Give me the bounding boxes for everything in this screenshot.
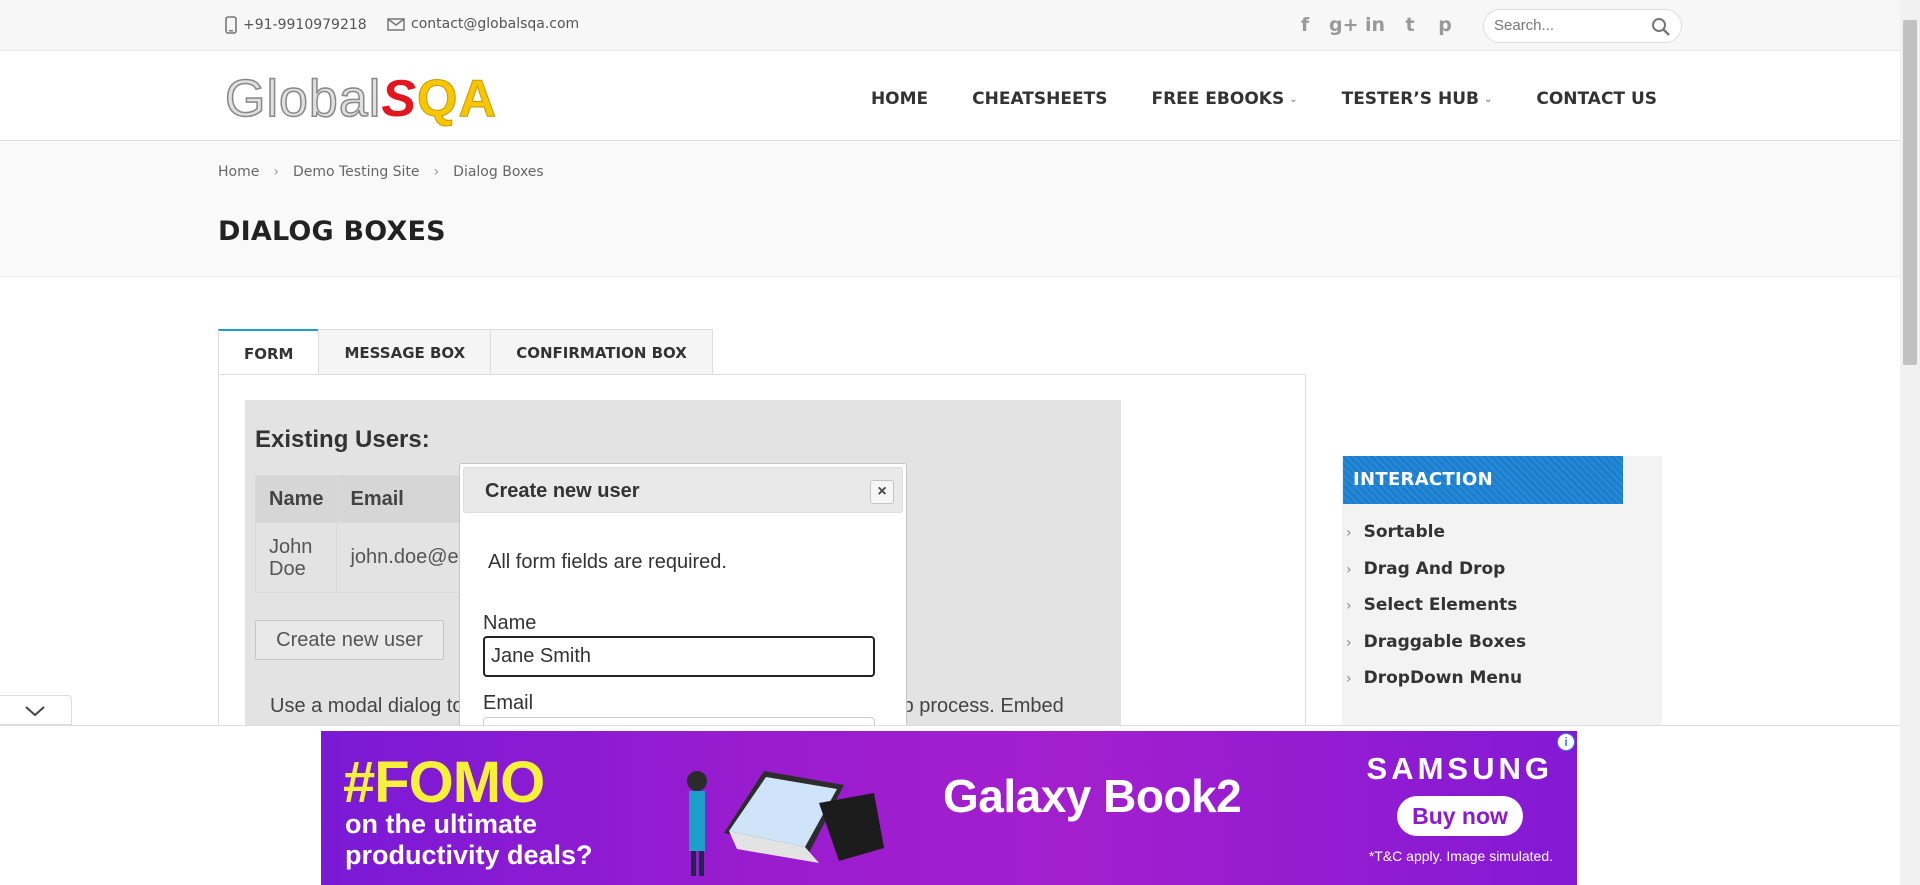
nav-cheatsheets[interactable]: CHEATSHEETS <box>972 89 1107 109</box>
linkedin-icon[interactable]: in <box>1364 14 1386 36</box>
ad-collapse-button[interactable] <box>0 695 72 725</box>
ad-buy-now-button[interactable]: Buy now <box>1397 796 1523 836</box>
chevron-right-icon: › <box>1346 598 1352 614</box>
laptop-image <box>687 771 884 876</box>
page-header: Home › Demo Testing Site › Dialog Boxes DIAL… <box>0 142 1900 277</box>
phone-number: +91-9910979218 <box>243 17 367 33</box>
nav-testers-hub[interactable]: TESTER’S HUB ⌄ <box>1342 89 1493 109</box>
tab-confirmation-box[interactable]: CONFIRMATION BOX <box>490 329 713 375</box>
user-name-cell: John Doe <box>254 522 338 593</box>
sidebar-item-select-elements[interactable]: › Select Elements <box>1346 593 1526 630</box>
ad-subtext: on the ultimate productivity deals? <box>345 809 593 870</box>
sidebar-list: › Sortable › Drag And Drop › Select Element… <box>1346 520 1526 703</box>
samsung-ad-banner[interactable]: #FOMO on the ultimate productivity deals?… <box>321 731 1577 885</box>
chevron-right-icon: › <box>433 164 440 180</box>
name-label: Name <box>483 612 537 634</box>
top-bar: +91-9910979218 contact@globalsqa.com f g… <box>0 0 1900 51</box>
ad-brand: SAMSUNG <box>1366 751 1553 786</box>
ad-product: Galaxy Book2 <box>943 770 1242 822</box>
chevron-right-icon: › <box>1346 525 1352 541</box>
chevron-down-icon: ⌄ <box>1289 93 1298 105</box>
pinterest-icon[interactable]: p <box>1434 14 1456 36</box>
search-box <box>1483 9 1682 43</box>
sidebar-item-drag-and-drop[interactable]: › Drag And Drop <box>1346 557 1526 594</box>
nav-home[interactable]: HOME <box>871 89 928 109</box>
page-title: DIALOG BOXES <box>218 216 446 247</box>
nav-contact-us[interactable]: CONTACT US <box>1536 89 1657 109</box>
chevron-right-icon: › <box>1346 561 1352 578</box>
create-user-button[interactable]: Create new user <box>255 620 444 660</box>
breadcrumb-current: Dialog Boxes <box>453 164 544 180</box>
chevron-right-icon: › <box>273 164 279 180</box>
breadcrumb: Home › Demo Testing Site › Dialog Boxes <box>218 164 544 180</box>
site-logo[interactable]: GlobalSQA <box>224 69 497 129</box>
sidebar-item-dropdown-menu[interactable]: › DropDown Menu <box>1346 666 1526 703</box>
ad-info-icon[interactable]: i <box>1557 733 1575 751</box>
dialog-title: Create new user <box>485 480 640 502</box>
tab-form[interactable]: FORM <box>218 329 320 376</box>
mail-icon <box>387 17 405 31</box>
tab-bar: FORM MESSAGE BOX CONFIRMATION BOX <box>218 329 713 376</box>
column-header-name: Name <box>254 475 338 523</box>
existing-users-heading: Existing Users: <box>255 426 430 453</box>
facebook-icon[interactable]: f <box>1294 14 1316 36</box>
ad-disclaimer: *T&C apply. Image simulated. <box>1368 848 1553 864</box>
email-contact[interactable]: contact@globalsqa.com <box>387 16 579 32</box>
sidebar-heading: INTERACTION <box>1343 456 1623 504</box>
tab-message-box[interactable]: MESSAGE BOX <box>318 329 492 375</box>
nav-free-ebooks[interactable]: FREE EBOOKS ⌄ <box>1151 89 1297 109</box>
dialog-note: All form fields are required. <box>488 551 727 573</box>
site-header: GlobalSQA HOME CHEATSHEETS FREE EBOOKS ⌄ … <box>0 51 1900 141</box>
sidebar-item-sortable[interactable]: › Sortable <box>1346 520 1526 557</box>
name-field[interactable] <box>483 636 875 677</box>
main-nav: HOME CHEATSHEETS FREE EBOOKS ⌄ TESTER’S H… <box>827 89 1657 109</box>
create-user-dialog: Create new user × All form fields are re… <box>459 463 907 735</box>
email-label: Email <box>483 692 534 714</box>
chevron-down-icon <box>25 706 45 717</box>
search-input[interactable] <box>1494 17 1644 34</box>
phone-contact: +91-9910979218 <box>225 16 367 34</box>
dialog-titlebar[interactable]: Create new user × <box>463 467 903 513</box>
sidebar-item-draggable-boxes[interactable]: › Draggable Boxes <box>1346 630 1526 667</box>
breadcrumb-home[interactable]: Home <box>218 164 259 180</box>
twitter-icon[interactable]: t <box>1399 14 1421 36</box>
search-icon[interactable] <box>1651 17 1671 37</box>
email-address[interactable]: contact@globalsqa.com <box>411 16 579 32</box>
ad-headline: #FOMO <box>343 750 545 815</box>
chevron-right-icon: › <box>1346 671 1352 687</box>
chevron-right-icon: › <box>1346 634 1352 651</box>
scrollbar-thumb[interactable] <box>1903 20 1917 365</box>
breadcrumb-demo-testing-site[interactable]: Demo Testing Site <box>293 164 420 180</box>
social-links: f g+ in t p <box>1294 14 1456 36</box>
phone-icon <box>225 16 237 34</box>
google-plus-icon[interactable]: g+ <box>1329 14 1359 36</box>
close-icon[interactable]: × <box>870 480 894 504</box>
chevron-down-icon: ⌄ <box>1483 93 1493 105</box>
